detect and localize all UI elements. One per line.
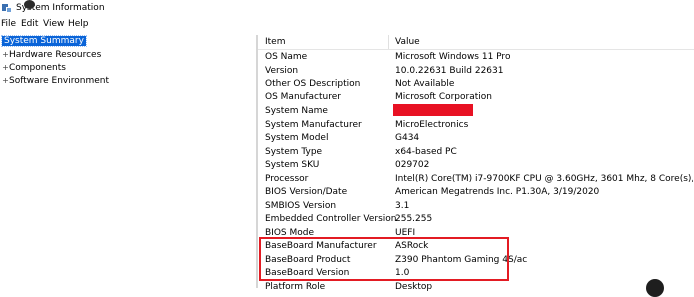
tree-item-label: Software Environment [9, 76, 110, 86]
item-cell: OS Manufacturer [265, 92, 341, 102]
item-cell: System Model [265, 133, 329, 143]
expand-icon[interactable]: + [2, 49, 9, 60]
tree-item-components[interactable]: +Components [2, 62, 66, 73]
value-cell: x64-based PC [395, 147, 457, 157]
table-row[interactable]: SMBIOS Version 3.1 [258, 200, 694, 213]
menu-file[interactable]: File [1, 19, 16, 29]
tree-item-label: Components [9, 63, 66, 73]
tree-item-software-environment[interactable]: +Software Environment [2, 75, 109, 86]
item-cell: Processor [265, 174, 309, 184]
expand-icon[interactable]: + [2, 62, 9, 73]
item-cell: OS Name [265, 52, 308, 62]
table-row[interactable]: Processor Intel(R) Core(TM) i7-9700KF CPU… [258, 173, 694, 186]
value-cell: 3.1 [395, 201, 410, 211]
list-header: Item Value [258, 35, 694, 50]
table-row[interactable]: Version 10.0.22631 Build 22631 [258, 65, 694, 78]
item-cell: System Manufacturer [265, 120, 362, 130]
table-row[interactable]: System Manufacturer MicroElectronics [258, 119, 694, 132]
value-cell: Intel(R) Core(TM) i7-9700KF CPU @ 3.60GH… [395, 174, 693, 184]
value-cell: MicroElectronics [395, 120, 469, 130]
value-cell: 10.0.22631 Build 22631 [395, 66, 504, 76]
table-row[interactable]: Other OS Description Not Available [258, 78, 694, 91]
value-cell: Microsoft Corporation [395, 92, 492, 102]
menu-view[interactable]: View [43, 19, 64, 29]
value-cell: 255.255 [395, 214, 433, 224]
system-information-app-icon [2, 3, 12, 13]
expand-icon[interactable]: + [2, 75, 9, 86]
table-row[interactable]: Embedded Controller Version 255.255 [258, 213, 694, 226]
item-cell: BIOS Version/Date [265, 187, 348, 197]
tree-item-system-summary[interactable]: System Summary [1, 35, 87, 47]
mouse-cursor-icon [24, 0, 35, 9]
tree-item-hardware-resources[interactable]: +Hardware Resources [2, 49, 101, 60]
value-cell: Not Available [395, 79, 455, 89]
table-row[interactable]: OS Name Microsoft Windows 11 Pro [258, 51, 694, 64]
value-cell: 029702 [395, 160, 430, 170]
title-bar[interactable]: System Information [0, 0, 694, 17]
item-cell: Embedded Controller Version [265, 214, 397, 224]
table-row[interactable]: BIOS Version/Date American Megatrends Inc… [258, 186, 694, 199]
table-row[interactable]: System Type x64-based PC [258, 146, 694, 159]
tree-item-label: System Summary [1, 35, 87, 47]
column-header-value[interactable]: Value [395, 37, 420, 47]
item-cell: SMBIOS Version [265, 201, 337, 211]
item-cell: Other OS Description [265, 79, 361, 89]
value-cell: American Megatrends Inc. P1.30A, 3/19/20… [395, 187, 600, 197]
table-row[interactable]: System Model G434 [258, 132, 694, 145]
value-cell: G434 [395, 133, 420, 143]
item-cell: System Type [265, 147, 323, 157]
item-cell: Version [265, 66, 299, 76]
redaction-bar [393, 104, 473, 116]
table-row[interactable]: System SKU 029702 [258, 159, 694, 172]
cursor-icon [646, 279, 664, 297]
category-tree: System Summary +Hardware Resources +Comp… [0, 35, 256, 288]
menu-edit[interactable]: Edit [21, 19, 38, 29]
menu-help[interactable]: Help [68, 19, 89, 29]
column-header-item[interactable]: Item [265, 37, 286, 47]
table-row[interactable]: OS Manufacturer Microsoft Corporation [258, 91, 694, 104]
value-cell: Microsoft Windows 11 Pro [395, 52, 511, 62]
item-cell: System Name [265, 106, 328, 116]
baseboard-highlight-box [259, 237, 509, 281]
item-cell: System SKU [265, 160, 320, 170]
column-divider[interactable] [388, 35, 389, 49]
menu-bar: File Edit View Help [0, 17, 694, 31]
table-row[interactable]: System Name [258, 105, 694, 118]
tree-item-label: Hardware Resources [9, 50, 102, 60]
